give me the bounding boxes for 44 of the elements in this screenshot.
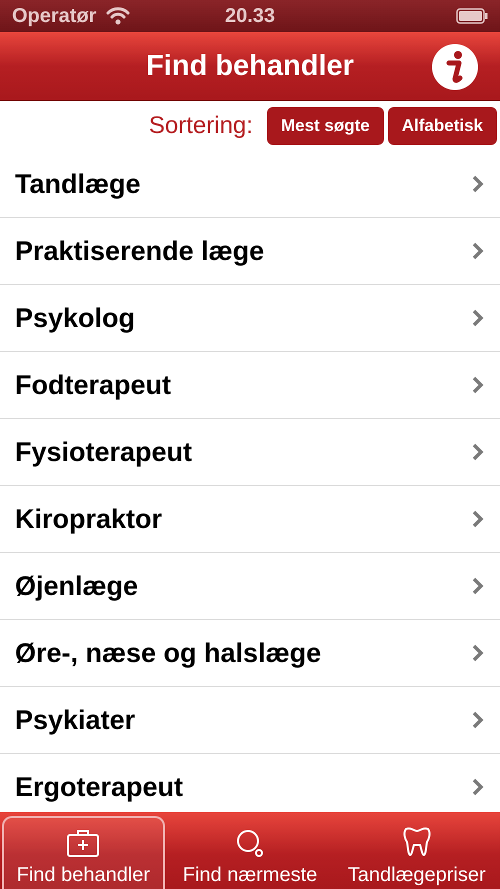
tab-bar-item[interactable]: Find nærmeste <box>168 816 332 889</box>
chevron-icon <box>472 577 484 595</box>
sorting-label: Sortering: <box>148 112 253 140</box>
magnifier-icon <box>235 828 265 858</box>
clock-time: 20.33 <box>224 4 276 26</box>
battery-icon <box>456 8 488 24</box>
chevron-icon <box>472 443 484 461</box>
chevron-icon <box>472 175 484 193</box>
row-label: Tandlæge <box>15 168 142 200</box>
row-label: Øjenlæge <box>15 570 140 602</box>
row-label: Øre-, næse og halslæge <box>15 638 322 668</box>
chevron-icon <box>472 711 484 729</box>
chevron-icon <box>472 242 484 260</box>
row-label: Psykolog <box>15 302 136 334</box>
list-row[interactable]: Praktiserende læge <box>0 218 500 285</box>
chevron-icon <box>472 376 484 394</box>
wifi-icon <box>106 7 130 25</box>
row-label: Fodterapeut <box>15 370 172 400</box>
list-row[interactable]: Kiropraktor <box>0 486 500 553</box>
chevron-icon <box>472 644 484 662</box>
medical-kit-icon <box>66 828 100 858</box>
chevron-icon <box>472 778 484 796</box>
row-label: Kiropraktor <box>15 504 164 534</box>
tab-bar-item[interactable]: Find behandler <box>2 816 165 889</box>
list-row[interactable]: Fysioterapeut <box>0 419 500 486</box>
row-label: Ergoterapeut <box>15 772 184 802</box>
carrier-name: Operatør <box>12 4 96 28</box>
chevron-icon <box>472 510 484 528</box>
info-icon[interactable] <box>432 44 478 90</box>
row-label: Fysioterapeut <box>15 436 194 468</box>
row-label: Psykiater <box>15 704 136 736</box>
tooth-icon <box>402 826 432 858</box>
screen-title: Find behandler <box>146 50 354 82</box>
tab-bar-item[interactable]: Tandlægepriser <box>335 816 498 889</box>
list-row[interactable]: Fodterapeut <box>0 352 500 419</box>
list-row[interactable]: Øre-, næse og halslæge <box>0 620 500 687</box>
list-row[interactable]: Psykiater <box>0 687 500 754</box>
list-row[interactable]: Psykolog <box>0 285 500 352</box>
row-label: Praktiserende læge <box>15 236 266 266</box>
list-row[interactable]: Øjenlæge <box>0 553 500 620</box>
sort-button[interactable]: Alfabetisk <box>388 107 497 145</box>
list-row[interactable]: Tandlæge <box>0 151 500 218</box>
chevron-icon <box>472 309 484 327</box>
sort-button[interactable]: Mest søgte <box>266 107 384 145</box>
